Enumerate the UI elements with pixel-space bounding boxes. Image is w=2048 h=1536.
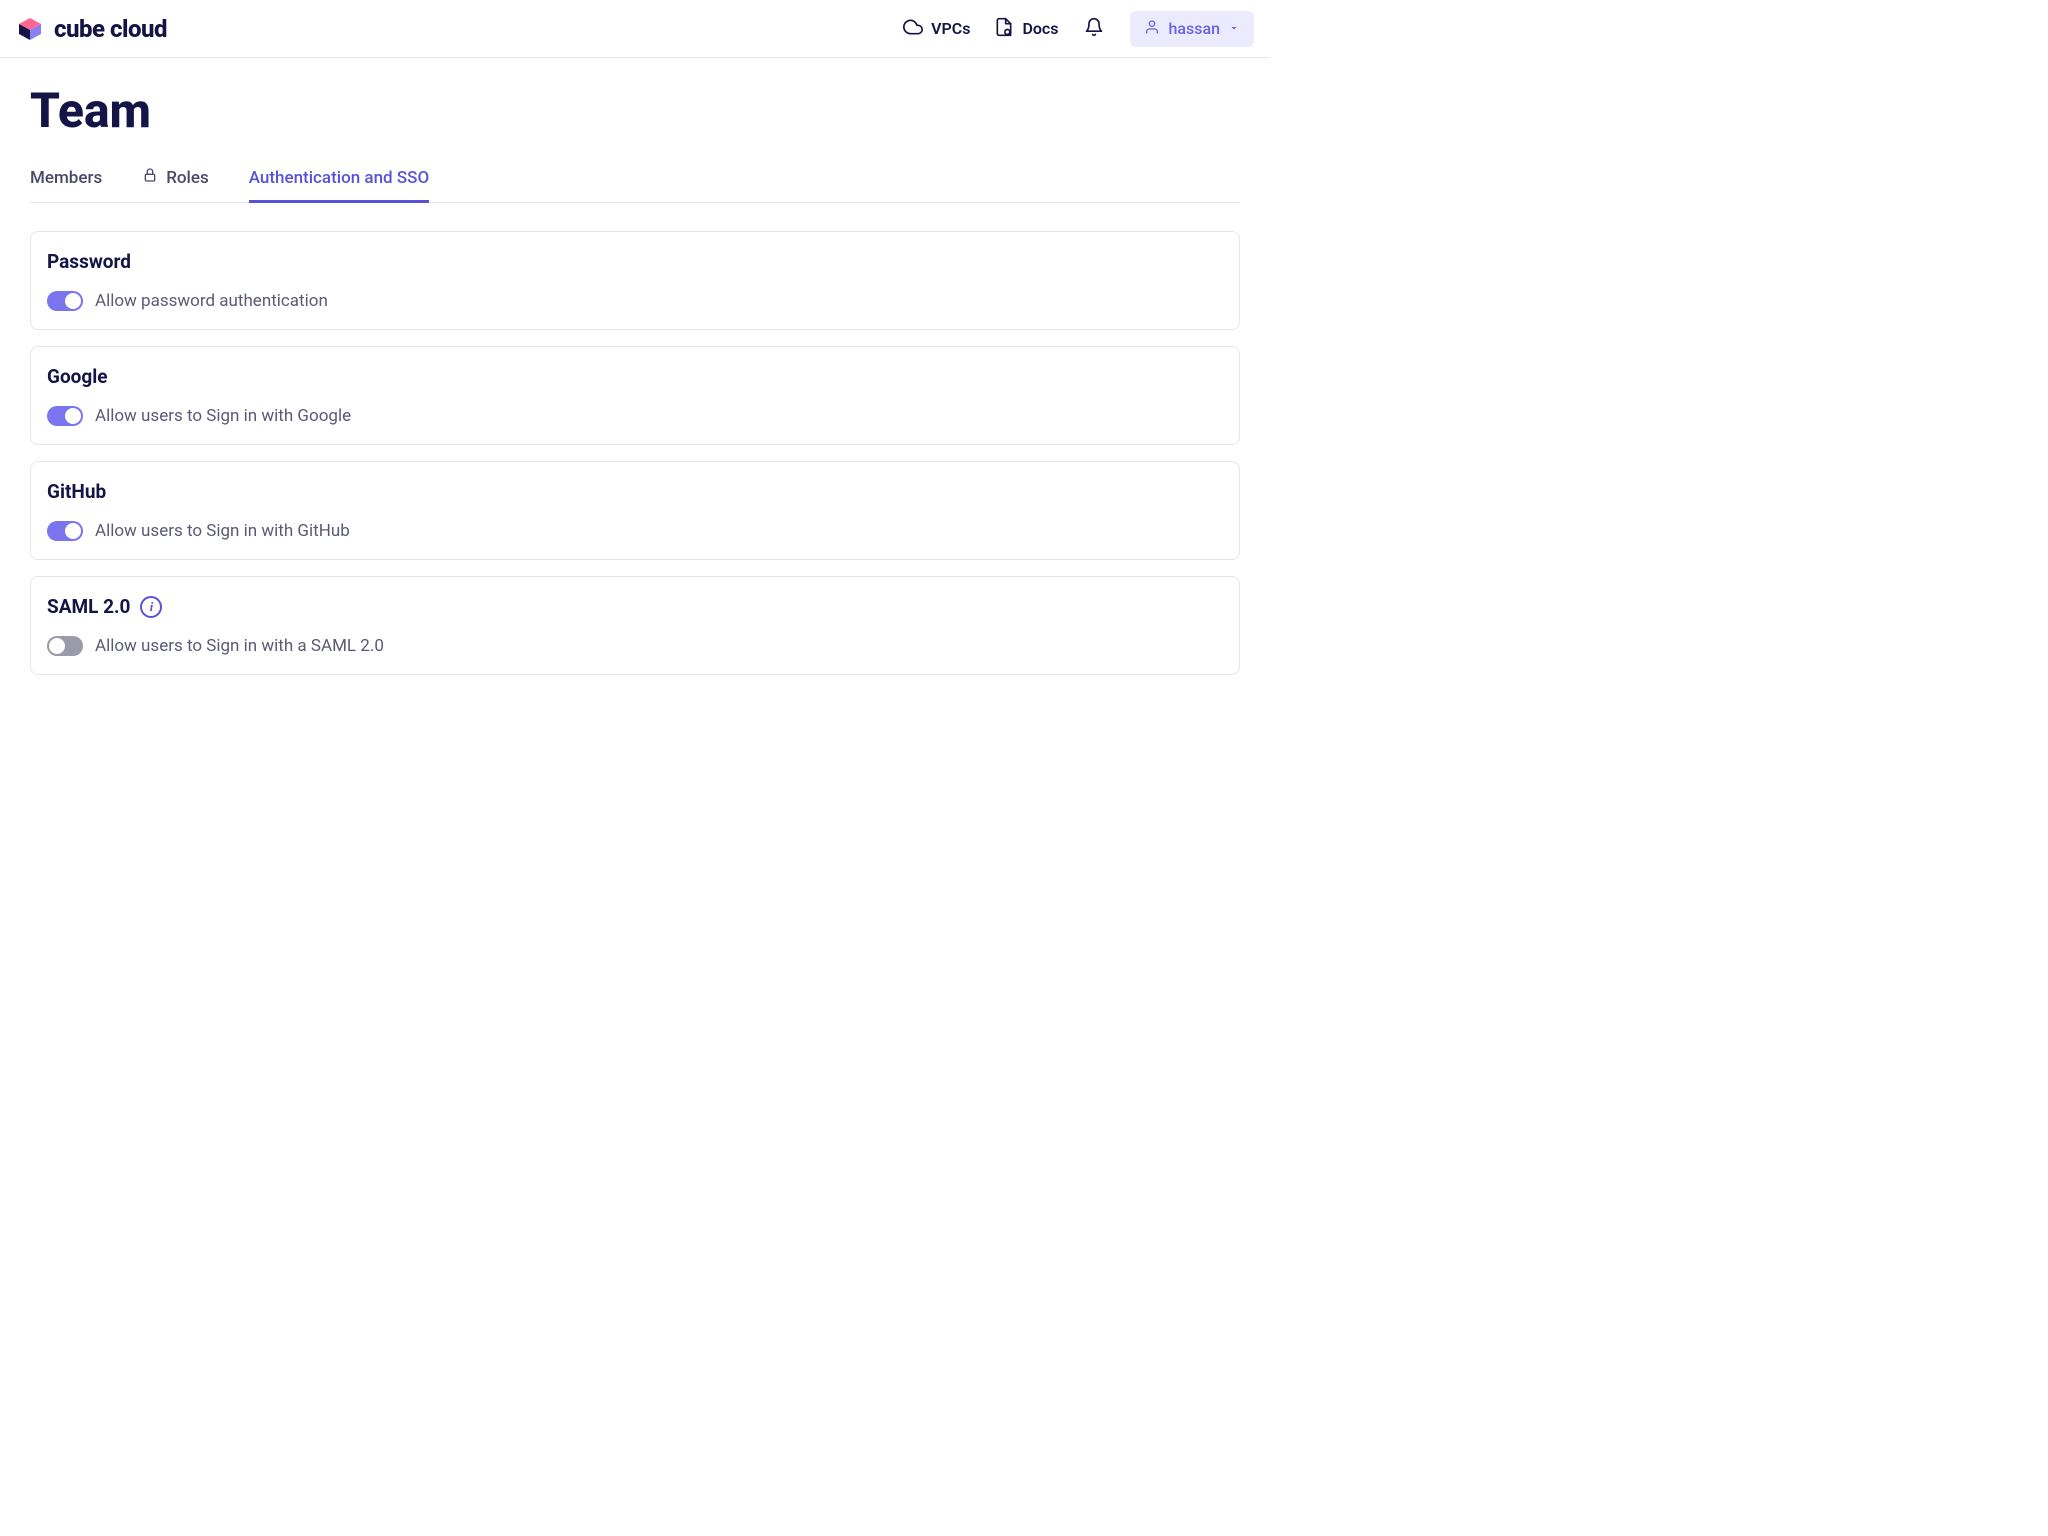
tab-authentication-sso[interactable]: Authentication and SSO bbox=[249, 167, 429, 202]
toggle-github-label: Allow users to Sign in with GitHub bbox=[95, 521, 350, 541]
card-google-title: Google bbox=[47, 365, 1223, 388]
tab-roles-label: Roles bbox=[166, 168, 209, 188]
page-content: Team Members Roles Authentication and SS… bbox=[0, 58, 1270, 715]
bell-icon bbox=[1084, 17, 1104, 41]
info-icon[interactable]: i bbox=[140, 596, 162, 618]
cube-logo-icon bbox=[16, 15, 44, 43]
tab-roles[interactable]: Roles bbox=[142, 167, 209, 202]
user-icon bbox=[1144, 19, 1160, 39]
toggle-row-github: Allow users to Sign in with GitHub bbox=[47, 521, 1223, 541]
toggle-google[interactable] bbox=[47, 406, 83, 426]
toggle-password[interactable] bbox=[47, 291, 83, 311]
nav-vpcs-label: VPCs bbox=[931, 19, 970, 38]
user-name: hassan bbox=[1168, 19, 1220, 38]
card-saml: SAML 2.0 i Allow users to Sign in with a… bbox=[30, 576, 1240, 675]
toggle-github[interactable] bbox=[47, 521, 83, 541]
lock-icon bbox=[142, 167, 158, 188]
header-right: VPCs Docs bbox=[903, 11, 1254, 47]
nav-vpcs[interactable]: VPCs bbox=[903, 17, 970, 41]
card-github: GitHub Allow users to Sign in with GitHu… bbox=[30, 461, 1240, 560]
brand-area[interactable]: cube cloud bbox=[16, 15, 167, 43]
tab-auth-label: Authentication and SSO bbox=[249, 168, 429, 188]
notifications-button[interactable] bbox=[1082, 17, 1106, 41]
toggle-saml-label: Allow users to Sign in with a SAML 2.0 bbox=[95, 636, 384, 656]
card-google: Google Allow users to Sign in with Googl… bbox=[30, 346, 1240, 445]
brand-text: cube cloud bbox=[54, 15, 167, 43]
card-saml-title-row: SAML 2.0 i bbox=[47, 595, 1223, 618]
tab-members-label: Members bbox=[30, 168, 102, 188]
chevron-down-icon bbox=[1228, 19, 1240, 38]
toggle-row-google: Allow users to Sign in with Google bbox=[47, 406, 1223, 426]
card-password-title: Password bbox=[47, 250, 1223, 273]
app-header: cube cloud VPCs bbox=[0, 0, 1270, 58]
docs-icon bbox=[994, 17, 1014, 41]
toggle-saml[interactable] bbox=[47, 636, 83, 656]
cloud-icon bbox=[903, 17, 923, 41]
nav-docs-label: Docs bbox=[1022, 19, 1058, 38]
toggle-password-label: Allow password authentication bbox=[95, 291, 328, 311]
card-github-title: GitHub bbox=[47, 480, 1223, 503]
toggle-row-password: Allow password authentication bbox=[47, 291, 1223, 311]
card-saml-title: SAML 2.0 bbox=[47, 595, 130, 618]
tabs: Members Roles Authentication and SSO bbox=[30, 167, 1240, 203]
nav-docs[interactable]: Docs bbox=[994, 17, 1058, 41]
user-menu[interactable]: hassan bbox=[1130, 11, 1254, 47]
toggle-google-label: Allow users to Sign in with Google bbox=[95, 406, 351, 426]
card-password: Password Allow password authentication bbox=[30, 231, 1240, 330]
page-title: Team bbox=[30, 82, 1240, 139]
tab-members[interactable]: Members bbox=[30, 167, 102, 202]
toggle-row-saml: Allow users to Sign in with a SAML 2.0 bbox=[47, 636, 1223, 656]
